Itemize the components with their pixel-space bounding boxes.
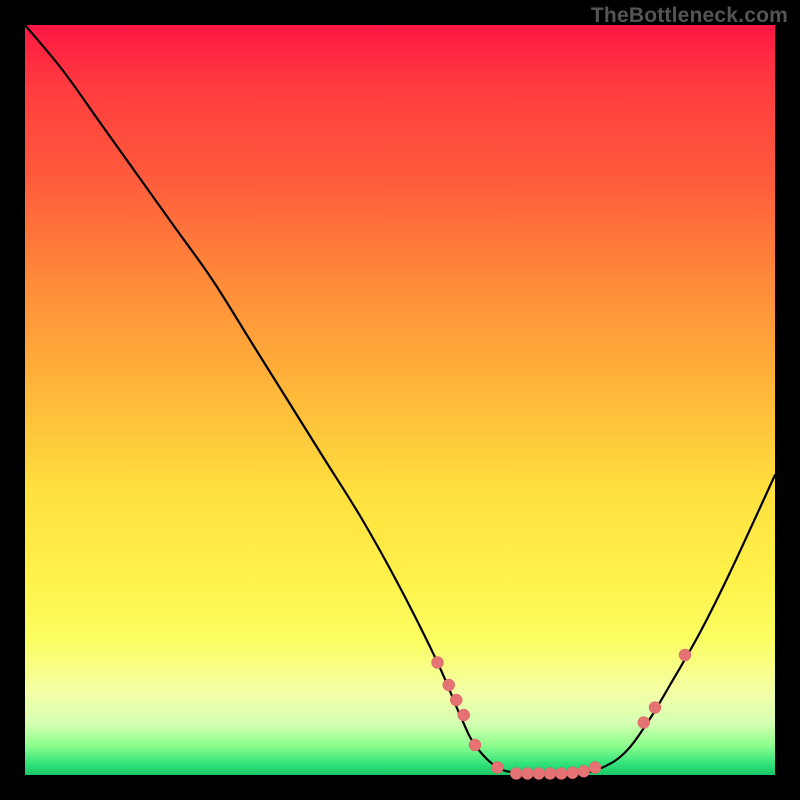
chart-svg	[25, 25, 775, 775]
data-marker	[589, 762, 601, 774]
data-marker	[492, 762, 504, 774]
data-marker	[578, 765, 590, 777]
data-marker	[458, 709, 470, 721]
chart-frame	[25, 25, 775, 775]
data-marker	[679, 649, 691, 661]
data-marker	[522, 768, 534, 780]
data-marker	[443, 679, 455, 691]
data-marker	[555, 768, 567, 780]
data-marker	[510, 768, 522, 780]
data-marker	[649, 702, 661, 714]
data-marker	[533, 768, 545, 780]
data-marker	[544, 768, 556, 780]
bottleneck-curve	[25, 25, 775, 774]
data-marker	[567, 767, 579, 779]
data-marker	[638, 717, 650, 729]
data-marker	[469, 739, 481, 751]
data-marker	[450, 694, 462, 706]
data-marker	[432, 657, 444, 669]
